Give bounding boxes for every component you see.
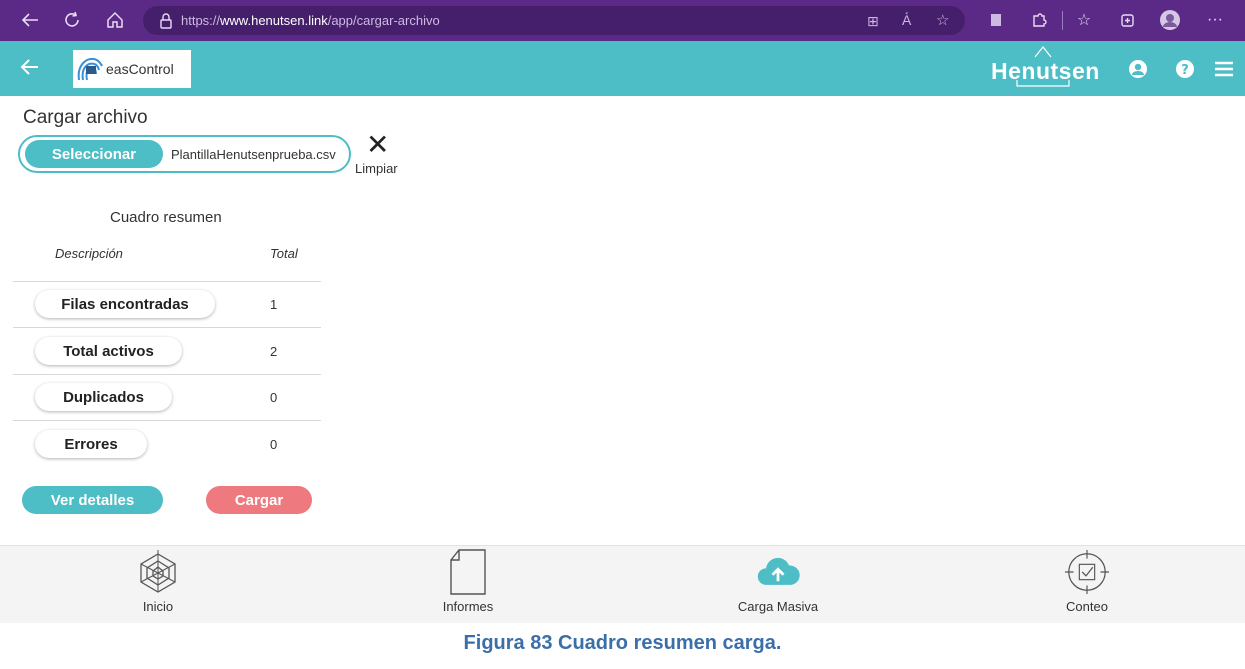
more-icon[interactable]: ···	[1204, 9, 1226, 31]
user-icon[interactable]	[1128, 59, 1148, 84]
divider	[13, 327, 321, 328]
collections-icon[interactable]	[1116, 9, 1138, 31]
summary-title: Cuadro resumen	[110, 209, 222, 226]
favorite-star-icon[interactable]: ☆	[936, 11, 949, 29]
summary-row-value: 2	[270, 344, 278, 359]
favorites-icon[interactable]: ☆	[1073, 9, 1095, 31]
nav-item-inicio[interactable]: Inicio	[88, 548, 228, 620]
selected-file-name: PlantillaHenutsenprueba.csv	[171, 146, 336, 162]
menu-icon[interactable]	[1214, 61, 1234, 82]
company-logo: easControl	[73, 50, 191, 88]
summary-row-label: Errores	[35, 430, 147, 458]
nav-item-carga-masiva[interactable]: Carga Masiva	[708, 548, 848, 620]
target-check-icon	[1064, 548, 1110, 596]
summary-row-value: 0	[270, 390, 278, 405]
nav-label: Inicio	[142, 599, 174, 614]
toolbar-divider	[1062, 11, 1063, 30]
file-picker: Seleccionar PlantillaHenutsenprueba.csv	[18, 135, 351, 173]
upload-button[interactable]: Cargar	[206, 486, 312, 514]
back-arrow-icon[interactable]	[19, 9, 41, 31]
divider	[13, 420, 321, 421]
clear-label[interactable]: Limpiar	[355, 161, 398, 176]
grid-icon[interactable]: ⊞	[867, 13, 879, 30]
url-path: /app/cargar-archivo	[327, 13, 440, 28]
divider	[13, 281, 321, 282]
close-icon[interactable]: ✕	[366, 130, 389, 160]
nav-item-conteo[interactable]: Conteo	[1017, 548, 1157, 620]
address-bar[interactable]: https://www.henutsen.link/app/cargar-arc…	[143, 6, 965, 35]
select-file-button[interactable]: Seleccionar	[25, 140, 163, 168]
nav-label: Conteo	[1066, 599, 1108, 614]
summary-row-label: Total activos	[35, 337, 182, 365]
header-back-icon[interactable]	[20, 58, 40, 81]
help-icon[interactable]: ?	[1175, 59, 1195, 84]
radar-chart-icon	[135, 548, 181, 596]
fingerprint-icon	[77, 57, 103, 81]
column-header-total: Total	[270, 246, 298, 261]
profile-icon[interactable]	[1159, 9, 1181, 31]
cloud-upload-icon	[755, 548, 801, 596]
browser-toolbar: https://www.henutsen.link/app/cargar-arc…	[0, 0, 1245, 41]
summary-row-value: 0	[270, 437, 278, 452]
summary-row-label: Filas encontradas	[35, 290, 215, 318]
nav-item-informes[interactable]: Informes	[398, 548, 538, 620]
page-title: Cargar archivo	[23, 107, 148, 128]
summary-row-label: Duplicados	[35, 383, 172, 411]
logo-text: easControl	[106, 61, 174, 77]
nav-label: Carga Masiva	[737, 599, 819, 614]
puzzle-icon[interactable]	[1028, 9, 1050, 31]
column-header-description: Descripción	[55, 246, 123, 261]
extension-icon[interactable]	[985, 9, 1007, 31]
read-aloud-icon[interactable]: A᷾	[902, 12, 911, 28]
url-prefix: https://	[181, 13, 221, 28]
view-details-button[interactable]: Ver detalles	[22, 486, 163, 514]
figure-caption: Figura 83 Cuadro resumen carga.	[463, 632, 782, 654]
lock-icon[interactable]	[159, 12, 173, 29]
divider	[13, 374, 321, 375]
svg-text:?: ?	[1181, 63, 1189, 78]
url-text[interactable]: https://www.henutsen.link/app/cargar-arc…	[181, 13, 440, 28]
brand-logo-outline	[1016, 46, 1070, 87]
url-host: www.henutsen.link	[220, 13, 328, 28]
refresh-icon[interactable]	[61, 9, 83, 31]
summary-row-value: 1	[270, 297, 278, 312]
nav-label: Informes	[442, 599, 494, 614]
document-icon	[445, 548, 491, 596]
home-icon[interactable]	[104, 9, 126, 31]
